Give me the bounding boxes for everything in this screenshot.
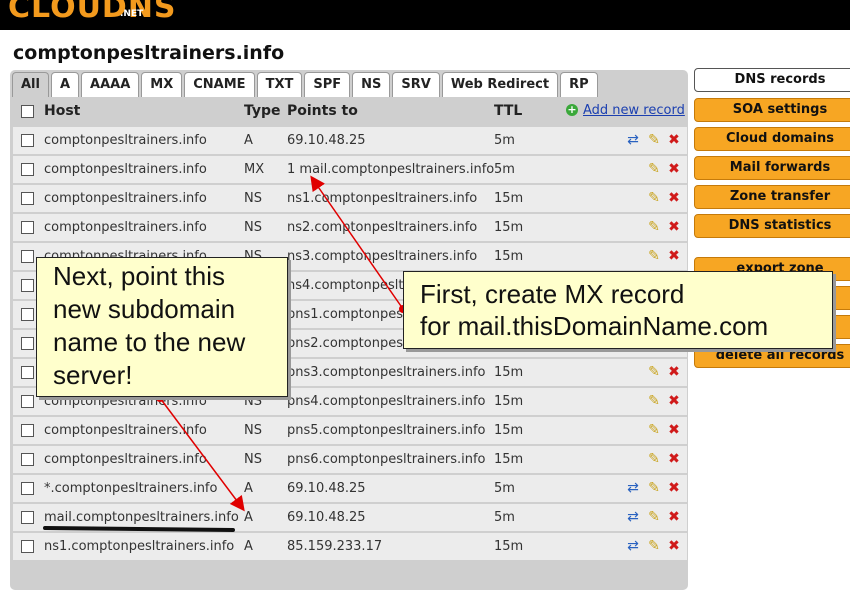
arrow-to-mail-host xyxy=(159,397,245,512)
note-line: Next, point this xyxy=(53,261,225,291)
note-point-subdomain: Next, point this new subdomain name to t… xyxy=(36,257,288,397)
arrow-to-mx-record xyxy=(310,175,404,310)
note-line: name to the new xyxy=(53,327,246,357)
note-line: for mail.thisDomainName.com xyxy=(420,311,769,341)
note-line: new subdomain xyxy=(53,294,236,324)
note-line: server! xyxy=(53,360,133,390)
note-line: First, create MX record xyxy=(420,279,685,309)
note-create-mx: First, create MX record for mail.thisDom… xyxy=(403,271,833,349)
